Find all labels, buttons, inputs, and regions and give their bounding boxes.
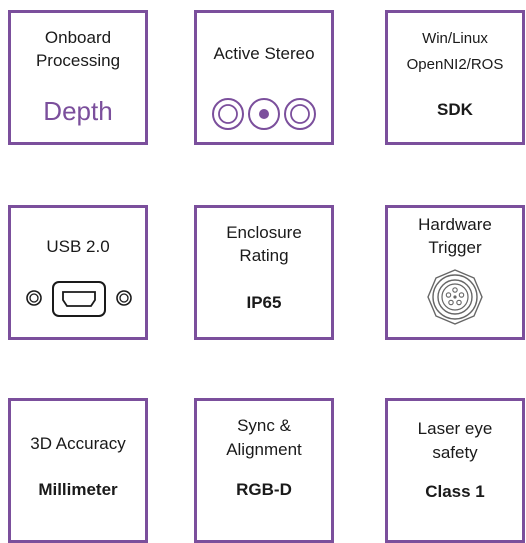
card-value: Depth <box>43 96 113 126</box>
stereo-sensors-icon <box>212 98 316 130</box>
card-title-line2: Trigger <box>428 238 482 257</box>
3d-accuracy-card: 3D Accuracy Millimeter <box>8 398 148 543</box>
laser-safety-card: Laser eye safety Class 1 <box>385 398 525 543</box>
card-title-line1: Hardware <box>418 215 492 234</box>
card-value: IP65 <box>246 293 282 312</box>
usb-port-icon <box>26 281 132 317</box>
card-title-line1: Onboard <box>44 28 112 47</box>
onboard-processing-card: Onboard Processing Depth <box>8 10 148 145</box>
card-title: Active Stereo <box>213 44 315 63</box>
card-title-line1: Laser eye <box>417 419 493 438</box>
card-value: Millimeter <box>38 480 118 499</box>
card-title-line1: Enclosure <box>226 223 302 242</box>
card-title: 3D Accuracy <box>30 434 126 453</box>
card-title: USB 2.0 <box>46 237 110 256</box>
active-stereo-card: Active Stereo <box>194 10 334 145</box>
card-title-line2: Processing <box>35 51 121 70</box>
card-value: RGB-D <box>236 480 292 499</box>
card-title-line2: Alignment <box>226 440 302 459</box>
card-title-line1: Win/Linux <box>422 30 488 47</box>
card-title-line1: Sync & <box>237 416 291 435</box>
card-value: SDK <box>437 100 473 119</box>
card-title-line2: OpenNI2/ROS <box>406 56 504 73</box>
card-title-line2: safety <box>432 443 478 462</box>
enclosure-rating-card: Enclosure Rating IP65 <box>194 205 334 340</box>
sync-alignment-card: Sync & Alignment RGB-D <box>194 398 334 543</box>
sdk-card: Win/Linux OpenNI2/ROS SDK <box>385 10 525 145</box>
hardware-trigger-card: Hardware Trigger <box>385 205 525 340</box>
usb-card: USB 2.0 <box>8 205 148 340</box>
card-value: Class 1 <box>425 482 485 501</box>
trigger-connector-icon <box>427 269 483 325</box>
card-title-line2: Rating <box>239 246 289 265</box>
